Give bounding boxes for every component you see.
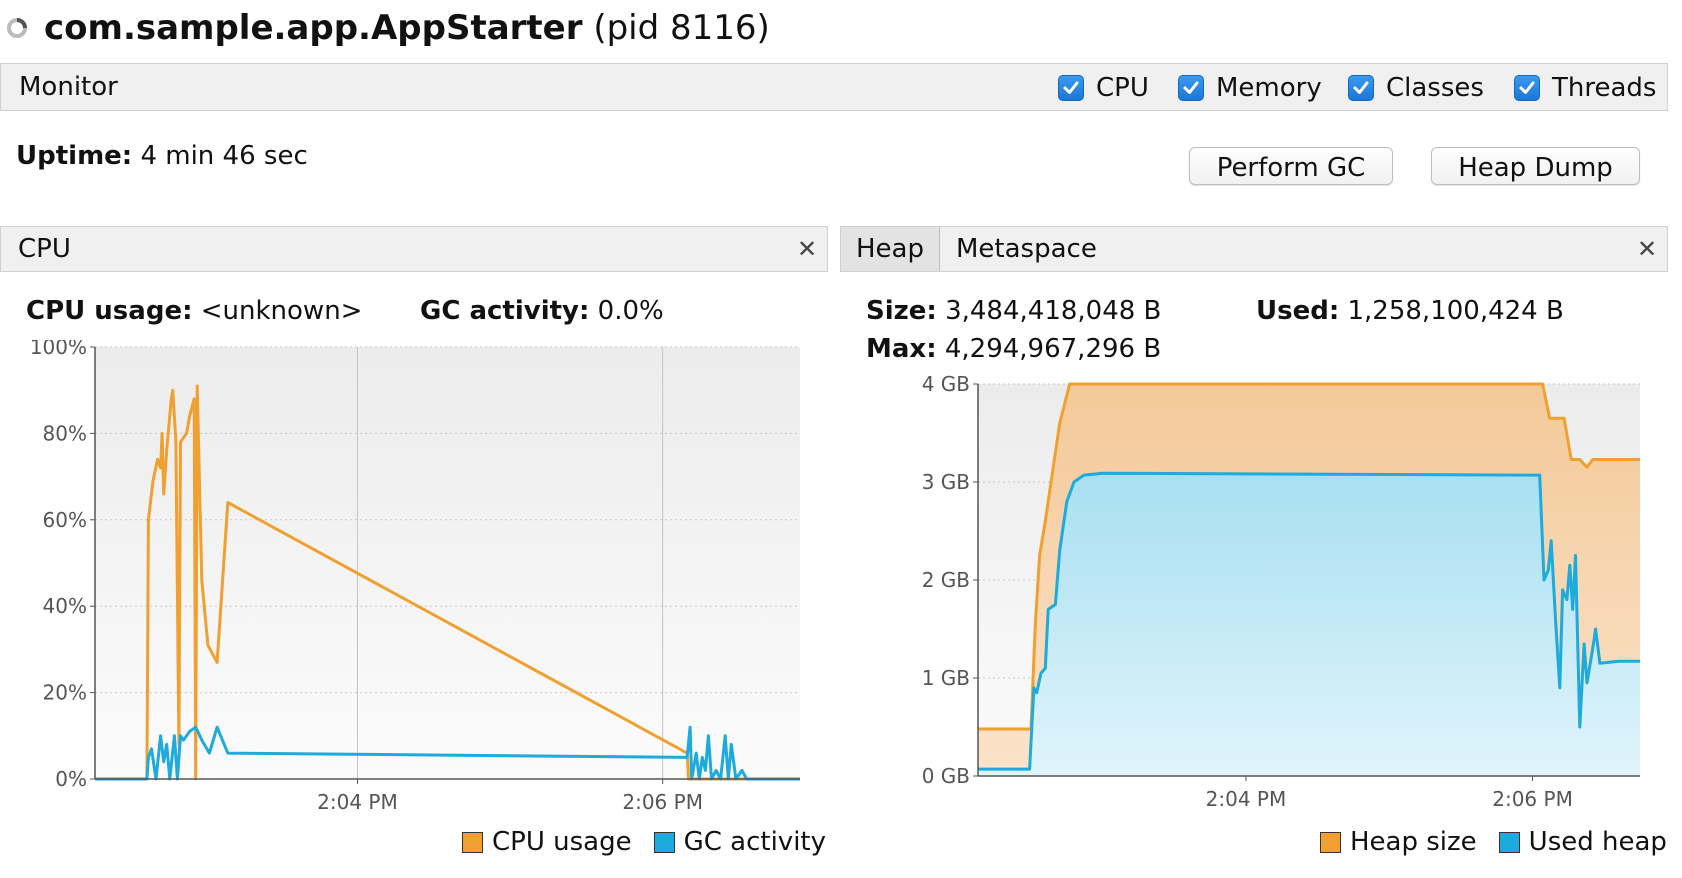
- heap-dump-button[interactable]: Heap Dump: [1431, 147, 1640, 185]
- close-icon[interactable]: ✕: [797, 235, 817, 263]
- checkbox-memory[interactable]: Memory: [1178, 73, 1322, 103]
- gc-activity-stat: GC activity: 0.0%: [420, 296, 664, 326]
- heap-size-label: Size:: [866, 296, 937, 326]
- y-tick-label: 80%: [43, 421, 87, 445]
- y-tick-label: 4 GB: [922, 372, 970, 396]
- checkmark-icon: [1058, 75, 1084, 101]
- y-tick-label: 60%: [43, 508, 87, 532]
- heap-size-stat: Size: 3,484,418,048 B: [866, 296, 1161, 326]
- cpu-usage-label: CPU usage:: [26, 296, 193, 326]
- heap-max-label: Max:: [866, 334, 937, 364]
- y-tick-label: 3 GB: [922, 470, 970, 494]
- x-tick-label: 2:04 PM: [317, 790, 398, 814]
- legend-item: Used heap: [1498, 827, 1667, 857]
- cpu-usage-value: <unknown>: [200, 296, 363, 326]
- heap-chart: 0 GB 1 GB 2 GB 3 GB 4 GB 2:04 PM 2:06 PM: [922, 372, 1640, 811]
- monitor-header: Monitor CPU Memory Classes Threads: [0, 63, 1668, 111]
- x-tick-label: 2:06 PM: [1492, 787, 1573, 811]
- gc-activity-value: 0.0%: [597, 296, 664, 326]
- legend-label: GC activity: [683, 827, 826, 857]
- y-tick-label: 0%: [55, 767, 87, 791]
- checkbox-label: Memory: [1216, 73, 1322, 103]
- checkmark-icon: [1514, 75, 1540, 101]
- heap-panel-header: Heap Metaspace ✕: [840, 226, 1668, 272]
- checkbox-cpu[interactable]: CPU: [1058, 73, 1149, 103]
- uptime-value: 4 min 46 sec: [140, 141, 308, 171]
- x-tick-label: 2:06 PM: [622, 790, 703, 814]
- checkbox-threads[interactable]: Threads: [1514, 73, 1656, 103]
- checkmark-icon: [1178, 75, 1204, 101]
- x-tick-label: 2:04 PM: [1206, 787, 1287, 811]
- app-pid: (pid 8116): [593, 8, 770, 48]
- legend-swatch: [1498, 831, 1520, 853]
- y-tick-label: 20%: [43, 681, 87, 705]
- loading-spinner-icon: [7, 18, 27, 38]
- y-tick-label: 100%: [30, 340, 87, 359]
- legend-item: CPU usage: [462, 827, 632, 857]
- legend-item: Heap size: [1320, 827, 1477, 857]
- gc-activity-label: GC activity:: [420, 296, 590, 326]
- perform-gc-button[interactable]: Perform GC: [1189, 147, 1393, 185]
- heap-used-stat: Used: 1,258,100,424 B: [1256, 296, 1564, 326]
- heap-max-value: 4,294,967,296 B: [944, 334, 1162, 364]
- tab-heap[interactable]: Heap: [841, 227, 940, 271]
- cpu-chart-legend: CPU usage GC activity: [462, 827, 848, 857]
- checkbox-label: Threads: [1552, 73, 1657, 103]
- heap-size-value: 3,484,418,048 B: [945, 296, 1162, 326]
- heap-max-stat: Max: 4,294,967,296 B: [866, 334, 1161, 364]
- checkmark-icon: [1348, 75, 1374, 101]
- legend-label: Heap size: [1350, 827, 1477, 857]
- legend-label: CPU usage: [492, 827, 632, 857]
- legend-label: Used heap: [1528, 827, 1667, 857]
- legend-swatch: [1320, 831, 1341, 853]
- cpu-panel-header: CPU ✕: [0, 226, 828, 272]
- heap-chart-legend: Heap size Used heap: [1320, 827, 1682, 857]
- y-tick-label: 1 GB: [922, 666, 970, 690]
- legend-item: GC activity: [653, 827, 826, 857]
- tab-metaspace[interactable]: Metaspace: [956, 227, 1097, 271]
- cpu-usage-stat: CPU usage: <unknown>: [26, 296, 362, 326]
- close-icon[interactable]: ✕: [1637, 235, 1657, 263]
- app-name: com.sample.app.AppStarter: [44, 8, 583, 48]
- cpu-chart: 0% 20% 40% 60% 80% 100% 2:04 PM 2:06 PM: [30, 340, 800, 814]
- checkbox-label: Classes: [1386, 73, 1484, 103]
- checkbox-classes[interactable]: Classes: [1348, 73, 1484, 103]
- window-title-bar: com.sample.app.AppStarter (pid 8116): [0, 0, 1682, 60]
- tab-cpu[interactable]: CPU: [18, 234, 71, 264]
- y-tick-label: 2 GB: [922, 568, 970, 592]
- legend-swatch: [653, 831, 675, 853]
- checkbox-label: CPU: [1096, 73, 1149, 103]
- y-tick-label: 0 GB: [922, 764, 970, 788]
- legend-swatch: [462, 831, 483, 853]
- monitor-label: Monitor: [19, 72, 118, 102]
- heap-used-label: Used:: [1256, 296, 1340, 326]
- uptime-label: Uptime:: [16, 141, 133, 171]
- app-title: com.sample.app.AppStarter (pid 8116): [44, 8, 770, 48]
- heap-used-value: 1,258,100,424 B: [1347, 296, 1564, 326]
- y-tick-label: 40%: [43, 594, 87, 618]
- uptime: Uptime: 4 min 46 sec: [16, 141, 308, 171]
